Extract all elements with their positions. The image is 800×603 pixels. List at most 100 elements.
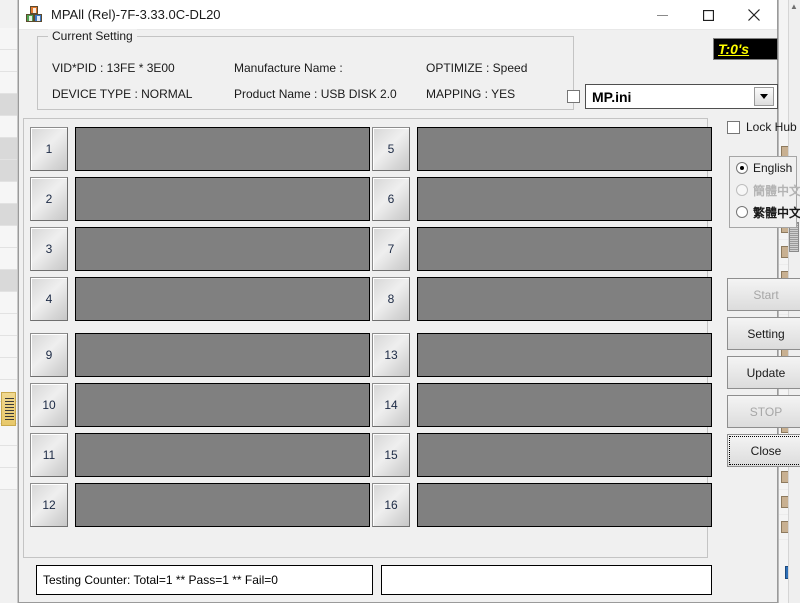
test-counter-value: T:0's — [718, 41, 749, 57]
maximize-icon[interactable] — [685, 0, 731, 30]
port-button-12[interactable]: 12 — [30, 483, 68, 527]
current-setting-group: Current Setting VID*PID : 13FE * 3E00 DE… — [37, 36, 574, 110]
radio-label: 簡體中文 — [753, 182, 800, 199]
port-status-10 — [75, 383, 370, 427]
background-row — [0, 248, 17, 270]
port-row: 13 — [372, 333, 712, 383]
background-row — [0, 94, 17, 116]
port-row: 11 — [30, 433, 370, 483]
test-counter-badge: T:0's — [713, 38, 778, 60]
port-row: 12 — [30, 483, 370, 533]
background-row — [0, 468, 17, 490]
close-button[interactable]: Close — [727, 434, 800, 467]
mpall-window: MPAll (Rel)-7F-3.33.0C-DL20 Current Sett… — [18, 0, 778, 603]
port-row: 15 — [372, 433, 712, 483]
port-button-6[interactable]: 6 — [372, 177, 410, 221]
ini-file-combobox[interactable]: MP.ini — [585, 84, 778, 109]
title-bar: MPAll (Rel)-7F-3.33.0C-DL20 — [19, 0, 777, 30]
port-row: 6 — [372, 177, 712, 227]
blocks-icon — [26, 6, 43, 23]
port-grid-panel: 1 2 3 4 — [23, 118, 708, 558]
lock-hub-checkbox[interactable]: Lock Hub — [727, 118, 777, 136]
background-row — [0, 226, 17, 248]
update-button[interactable]: Update — [727, 356, 800, 389]
close-icon[interactable] — [731, 0, 777, 30]
radio-indicator — [736, 162, 748, 174]
port-column-left: 1 2 3 4 — [30, 127, 370, 533]
minimize-icon[interactable] — [639, 0, 685, 30]
radio-language-english[interactable]: English — [736, 157, 796, 179]
radio-indicator — [736, 184, 748, 196]
status-bar: Testing Counter: Total=1 ** Pass=1 ** Fa… — [23, 565, 708, 597]
checkbox-box — [727, 121, 740, 134]
background-window-left — [0, 0, 18, 603]
scroll-up-icon[interactable]: ▲ — [789, 2, 799, 12]
radio-label: 繁體中文 — [753, 204, 800, 221]
language-group: English 簡體中文 繁體中文 — [729, 156, 797, 228]
port-status-8 — [417, 277, 712, 321]
port-status-16 — [417, 483, 712, 527]
background-row — [0, 138, 17, 160]
port-status-11 — [75, 433, 370, 477]
manufacture-name-value: Manufacture Name : — [234, 61, 343, 75]
port-row: 1 — [30, 127, 370, 177]
port-status-6 — [417, 177, 712, 221]
ini-enable-checkbox[interactable] — [567, 90, 580, 103]
port-row: 7 — [372, 227, 712, 277]
port-button-15[interactable]: 15 — [372, 433, 410, 477]
port-status-15 — [417, 433, 712, 477]
port-row: 2 — [30, 177, 370, 227]
stop-button[interactable]: STOP — [727, 395, 800, 428]
port-row: 5 — [372, 127, 712, 177]
port-row: 10 — [30, 383, 370, 433]
port-row: 14 — [372, 383, 712, 433]
port-status-12 — [75, 483, 370, 527]
background-row — [0, 358, 17, 380]
port-button-10[interactable]: 10 — [30, 383, 68, 427]
port-status-2 — [75, 177, 370, 221]
background-row — [0, 204, 17, 226]
port-button-7[interactable]: 7 — [372, 227, 410, 271]
radio-indicator — [736, 206, 748, 218]
port-row: 8 — [372, 277, 712, 327]
port-button-14[interactable]: 14 — [372, 383, 410, 427]
setting-button[interactable]: Setting — [727, 317, 800, 350]
current-setting-legend: Current Setting — [48, 29, 137, 43]
screen: ▲ MPAll (Rel)-7F-3.33.0C-DL20 — [0, 0, 800, 603]
background-row — [0, 292, 17, 314]
background-folder-icon — [1, 392, 16, 426]
background-row — [0, 50, 17, 72]
port-button-16[interactable]: 16 — [372, 483, 410, 527]
background-row — [0, 336, 17, 358]
radio-label: English — [753, 161, 792, 175]
start-button[interactable]: Start — [727, 278, 800, 311]
secondary-status-field — [381, 565, 712, 595]
port-button-8[interactable]: 8 — [372, 277, 410, 321]
product-name-value: Product Name : USB DISK 2.0 — [234, 87, 397, 101]
port-button-9[interactable]: 9 — [30, 333, 68, 377]
port-status-3 — [75, 227, 370, 271]
port-button-11[interactable]: 11 — [30, 433, 68, 477]
radio-language-simplified-chinese: 簡體中文 — [736, 179, 796, 201]
port-row: 4 — [30, 277, 370, 327]
background-row — [0, 446, 17, 468]
port-button-1[interactable]: 1 — [30, 127, 68, 171]
port-row: 16 — [372, 483, 712, 533]
background-row — [0, 424, 17, 446]
port-button-2[interactable]: 2 — [30, 177, 68, 221]
background-row — [0, 270, 17, 292]
port-status-14 — [417, 383, 712, 427]
port-status-5 — [417, 127, 712, 171]
ini-file-value: MP.ini — [592, 89, 754, 105]
port-button-13[interactable]: 13 — [372, 333, 410, 377]
chevron-down-icon[interactable] — [754, 87, 774, 106]
port-button-5[interactable]: 5 — [372, 127, 410, 171]
port-button-3[interactable]: 3 — [30, 227, 68, 271]
background-row — [0, 72, 17, 94]
background-row — [0, 160, 17, 182]
port-button-4[interactable]: 4 — [30, 277, 68, 321]
background-row — [0, 116, 17, 138]
sidebar: Lock Hub English 簡體中文 繁體中文 Start Sett — [713, 118, 777, 136]
action-buttons: Start Setting Update STOP Close — [727, 278, 800, 473]
radio-language-traditional-chinese[interactable]: 繁體中文 — [736, 201, 796, 223]
